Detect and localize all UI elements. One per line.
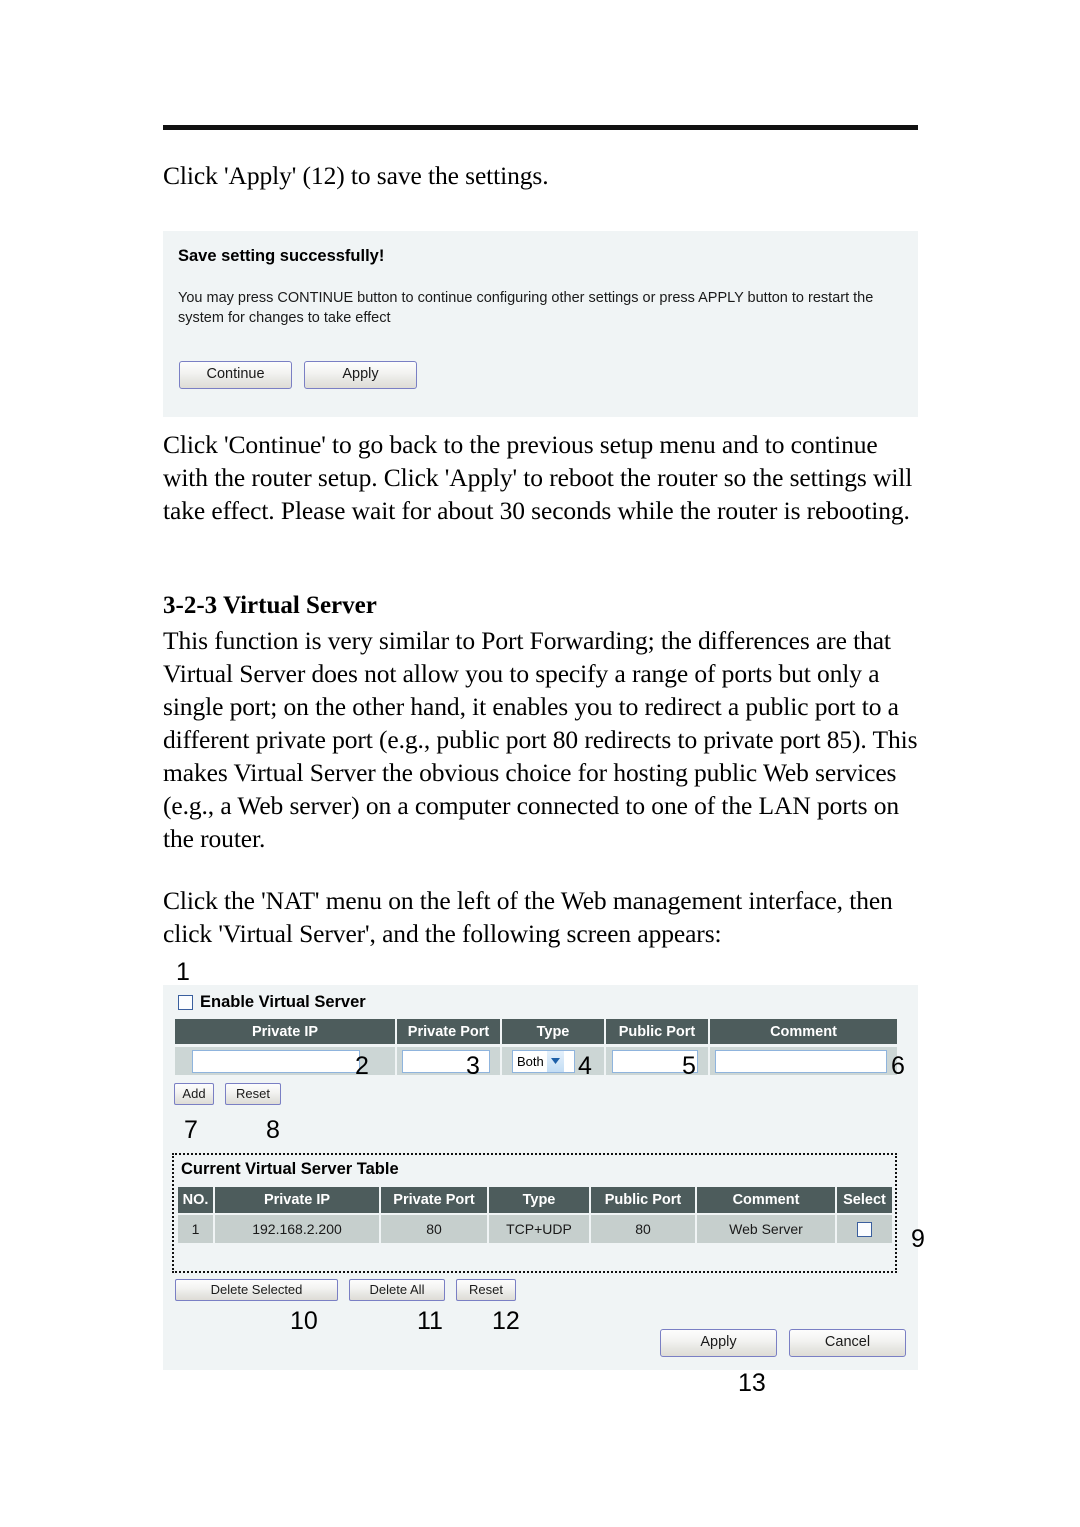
- callout-12: 12: [492, 1307, 520, 1335]
- header-rule: [163, 125, 918, 130]
- current-table-header-row: NO. Private IP Private Port Type Public …: [177, 1186, 893, 1214]
- save-setting-panel: Save setting successfully! You may press…: [163, 231, 918, 417]
- cell-public-port: 80: [590, 1214, 696, 1244]
- reset-form-button[interactable]: Reset: [225, 1083, 281, 1105]
- type-select[interactable]: Both: [512, 1049, 575, 1073]
- virtual-server-panel: Enable Virtual Server Private IP Private…: [163, 985, 918, 1370]
- intro-paragraph: Click 'Apply' (12) to save the settings.: [163, 161, 549, 190]
- callout-4: 4: [578, 1052, 592, 1080]
- enable-virtual-server-row: Enable Virtual Server: [178, 993, 366, 1012]
- callout-8: 8: [266, 1116, 280, 1144]
- add-button[interactable]: Add: [174, 1083, 214, 1105]
- current-table-title: Current Virtual Server Table: [181, 1160, 399, 1178]
- table-header-private-ip: Private IP: [214, 1186, 380, 1214]
- form-header-private-port: Private Port: [396, 1018, 501, 1045]
- form-header-type: Type: [501, 1018, 605, 1045]
- private-ip-input[interactable]: [192, 1049, 360, 1073]
- form-header-private-ip: Private IP: [174, 1018, 396, 1045]
- callout-11: 11: [417, 1307, 443, 1335]
- virtual-server-description: This function is very similar to Port Fo…: [163, 626, 918, 853]
- reset-table-button[interactable]: Reset: [456, 1279, 516, 1301]
- form-header-public-port: Public Port: [605, 1018, 709, 1045]
- table-header-select: Select: [836, 1186, 893, 1214]
- delete-all-button[interactable]: Delete All: [349, 1279, 445, 1301]
- apply-settings-button[interactable]: Apply: [660, 1329, 777, 1357]
- type-select-value: Both: [517, 1053, 544, 1069]
- comment-input[interactable]: [715, 1049, 887, 1073]
- table-header-public-port: Public Port: [590, 1186, 696, 1214]
- page-canvas: Click 'Apply' (12) to save the settings.…: [0, 0, 1080, 1527]
- delete-selected-button[interactable]: Delete Selected: [175, 1279, 338, 1301]
- save-panel-title: Save setting successfully!: [178, 247, 385, 265]
- section-heading: 3-2-3 Virtual Server: [163, 592, 377, 619]
- table-header-comment: Comment: [696, 1186, 836, 1214]
- form-header-comment: Comment: [709, 1018, 898, 1045]
- virtual-server-form-input-row: Both: [174, 1046, 898, 1076]
- callout-7: 7: [184, 1116, 198, 1144]
- continue-button[interactable]: Continue: [179, 361, 292, 389]
- save-panel-message: You may press CONTINUE button to continu…: [178, 290, 874, 326]
- virtual-server-form-header-row: Private IP Private Port Type Public Port…: [174, 1018, 898, 1045]
- form-cell-comment: [709, 1046, 898, 1076]
- enable-virtual-server-checkbox[interactable]: [178, 995, 193, 1010]
- callout-9: 9: [911, 1225, 925, 1253]
- callout-13: 13: [738, 1369, 766, 1397]
- callout-2: 2: [355, 1052, 369, 1080]
- cell-comment: Web Server: [696, 1214, 836, 1244]
- callout-5: 5: [682, 1052, 696, 1080]
- table-header-private-port: Private Port: [380, 1186, 488, 1214]
- apply-button[interactable]: Apply: [304, 361, 417, 389]
- nat-instruction-paragraph: Click the 'NAT' menu on the left of the …: [163, 886, 893, 948]
- callout-10: 10: [290, 1307, 318, 1335]
- table-row: 1 192.168.2.200 80 TCP+UDP 80 Web Server: [177, 1214, 893, 1244]
- form-cell-private-port: [396, 1046, 501, 1076]
- cell-no: 1: [177, 1214, 214, 1244]
- cell-private-port: 80: [380, 1214, 488, 1244]
- callout-1: 1: [176, 958, 190, 986]
- table-header-no: NO.: [177, 1186, 214, 1214]
- cell-type: TCP+UDP: [488, 1214, 590, 1244]
- continue-explanation-paragraph: Click 'Continue' to go back to the previ…: [163, 430, 913, 525]
- cell-private-ip: 192.168.2.200: [214, 1214, 380, 1244]
- cell-select: [836, 1214, 893, 1244]
- row-select-checkbox[interactable]: [857, 1221, 872, 1237]
- callout-6: 6: [891, 1052, 905, 1080]
- chevron-down-icon[interactable]: [546, 1050, 564, 1072]
- enable-virtual-server-label: Enable Virtual Server: [200, 993, 366, 1011]
- table-header-type: Type: [488, 1186, 590, 1214]
- callout-3: 3: [466, 1052, 480, 1080]
- cancel-settings-button[interactable]: Cancel: [789, 1329, 906, 1357]
